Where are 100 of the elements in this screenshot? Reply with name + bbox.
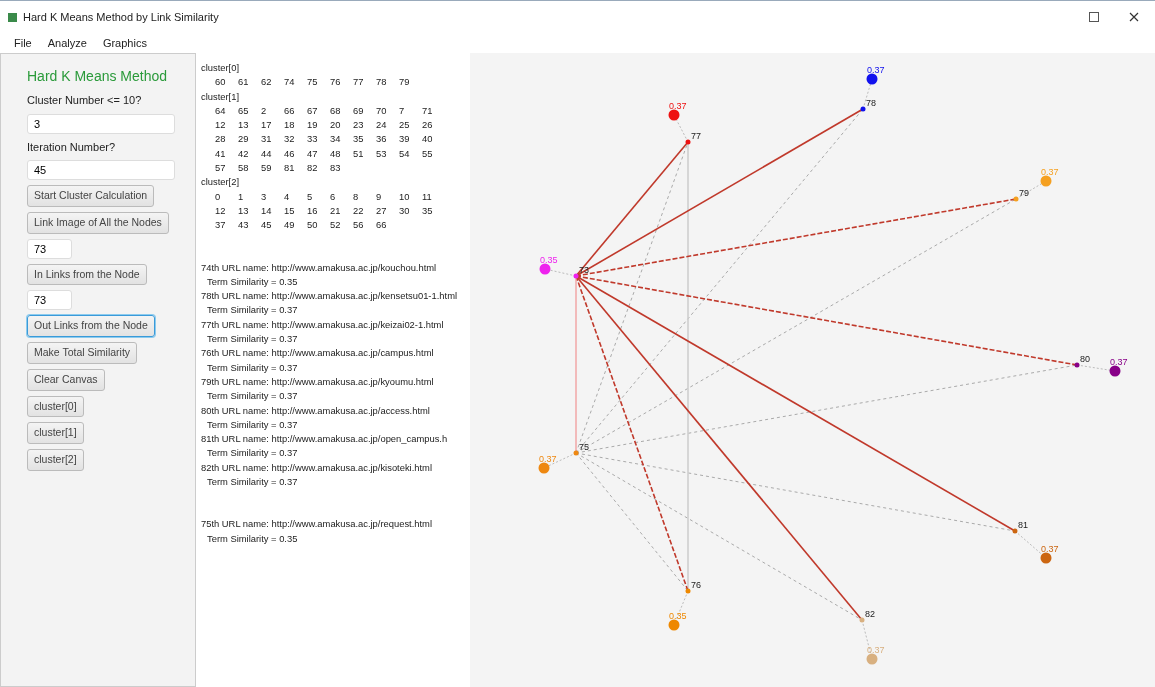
- score-label: 0.37: [1041, 544, 1059, 554]
- input-field[interactable]: 3: [27, 113, 175, 134]
- similarity-line: Term Similarity = 0.35: [206, 274, 299, 289]
- panel-button[interactable]: Clear Canvas: [27, 368, 105, 391]
- panel-button[interactable]: Make Total Similarity: [27, 342, 138, 364]
- panel-button[interactable]: Out Links from the Node: [27, 315, 155, 337]
- cluster-member: 50: [307, 218, 319, 233]
- cluster-member: 37: [215, 218, 227, 233]
- cluster-member: 12: [215, 203, 227, 218]
- cluster-member: 64: [215, 103, 227, 118]
- cluster-member: 44: [261, 146, 273, 161]
- panel-button[interactable]: Link Image of All the Nodes: [27, 211, 169, 234]
- cluster-member: 19: [307, 118, 319, 133]
- cluster-member: 71: [422, 103, 434, 118]
- cluster-member: 56: [353, 218, 365, 233]
- cluster-heading: cluster[0]: [201, 61, 241, 75]
- url-line: 77th URL name: http://www.amakusa.ac.jp/keizai02-1.html: [201, 317, 445, 332]
- url-line: 80th URL name: http://www.amakusa.ac.jp/access.html: [201, 403, 431, 418]
- cluster-member: 10: [399, 189, 411, 204]
- score-label: 0.35: [540, 255, 558, 265]
- node-marker: [860, 106, 866, 112]
- menu-item[interactable]: Graphics: [102, 34, 147, 52]
- maximize-icon[interactable]: [1089, 12, 1099, 22]
- app-icon: [8, 12, 17, 22]
- cluster-member: 28: [215, 132, 227, 147]
- cluster-member: 48: [330, 146, 342, 161]
- node-label: 76: [691, 580, 701, 590]
- cluster-member: 60: [215, 75, 227, 90]
- node-marker: [1074, 362, 1080, 368]
- cluster-member: 7: [399, 103, 406, 118]
- node-marker: [859, 617, 865, 623]
- cluster-member: 40: [422, 132, 434, 147]
- cluster-member: 30: [399, 203, 411, 218]
- cluster-member: 2: [261, 103, 268, 118]
- cluster-member: 43: [238, 218, 250, 233]
- node-label: 79: [1019, 188, 1029, 198]
- score-label: 0.37: [867, 65, 885, 75]
- cluster-member: 13: [238, 203, 250, 218]
- panel-heading: Hard K Means Method: [27, 67, 168, 86]
- cluster-member: 79: [399, 75, 411, 90]
- node-marker: [1013, 196, 1019, 202]
- cluster-member: 24: [376, 118, 388, 133]
- cluster-member: 54: [399, 146, 411, 161]
- cluster-member: 62: [261, 75, 273, 90]
- cluster-member: 78: [376, 75, 388, 90]
- node-label: 80: [1080, 354, 1090, 364]
- cluster-member: 75: [307, 75, 319, 90]
- cluster-member: 22: [353, 203, 365, 218]
- panel-button[interactable]: In Links from the Node: [27, 263, 147, 286]
- panel-button[interactable]: cluster[1]: [27, 422, 84, 444]
- url-line: 81th URL name: http://www.amakusa.ac.jp/open_campus.h: [201, 432, 449, 447]
- input-field[interactable]: 73: [27, 290, 72, 311]
- panel-button[interactable]: cluster[0]: [27, 395, 84, 418]
- cluster-member: 82: [307, 161, 319, 176]
- menu-item[interactable]: File: [14, 34, 32, 52]
- cluster-member: 74: [284, 75, 296, 90]
- cluster-member: 51: [353, 146, 365, 161]
- cluster-member: 81: [284, 161, 296, 176]
- cluster-member: 65: [238, 103, 250, 118]
- cluster-member: 20: [330, 118, 342, 133]
- node-label: 81: [1018, 520, 1028, 530]
- cluster-member: 8: [353, 189, 360, 204]
- cluster-member: 5: [307, 189, 314, 204]
- url-line: 78th URL name: http://www.amakusa.ac.jp/kensetsu01-1.html: [201, 289, 459, 304]
- cluster-member: 31: [261, 132, 273, 147]
- similarity-line: Term Similarity = 0.37: [206, 360, 299, 375]
- input-field[interactable]: 73: [27, 238, 72, 259]
- similarity-line: Term Similarity = 0.37: [206, 417, 299, 432]
- cluster-member: 36: [376, 132, 388, 147]
- similarity-line: Term Similarity = 0.35: [206, 531, 299, 546]
- score-label: 0.37: [867, 645, 885, 655]
- cluster-member: 4: [284, 189, 291, 204]
- cluster-member: 35: [353, 132, 365, 147]
- url-line: 79th URL name: http://www.amakusa.ac.jp/kyoumu.html: [201, 374, 435, 389]
- cluster-member: 25: [399, 118, 411, 133]
- cluster-member: 70: [376, 103, 388, 118]
- cluster-member: 55: [422, 146, 434, 161]
- url-line: 76th URL name: http://www.amakusa.ac.jp/campus.html: [201, 346, 435, 361]
- field-label: Iteration Number?: [27, 139, 116, 155]
- node-label: 82: [865, 609, 875, 619]
- cluster-member: 6: [330, 189, 337, 204]
- close-icon[interactable]: [1129, 12, 1139, 22]
- input-field[interactable]: 45: [27, 160, 175, 180]
- cluster-member: 76: [330, 75, 342, 90]
- score-label: 0.37: [669, 101, 687, 111]
- similarity-line: Term Similarity = 0.37: [206, 389, 299, 404]
- cluster-member: 61: [238, 75, 250, 90]
- url-line: 75th URL name: http://www.amakusa.ac.jp/request.html: [201, 517, 433, 532]
- cluster-member: 1: [238, 189, 245, 204]
- cluster-member: 18: [284, 118, 296, 133]
- node-label: 77: [691, 131, 701, 141]
- cluster-member: 21: [330, 203, 342, 218]
- menu-item[interactable]: Analyze: [47, 34, 87, 52]
- cluster-member: 69: [353, 103, 365, 118]
- panel-button[interactable]: cluster[2]: [27, 449, 84, 471]
- score-label: 0.35: [669, 611, 687, 621]
- similarity-line: Term Similarity = 0.37: [206, 332, 299, 347]
- cluster-member: 15: [284, 203, 296, 218]
- node-marker: [685, 588, 691, 594]
- panel-button[interactable]: Start Cluster Calculation: [27, 185, 155, 207]
